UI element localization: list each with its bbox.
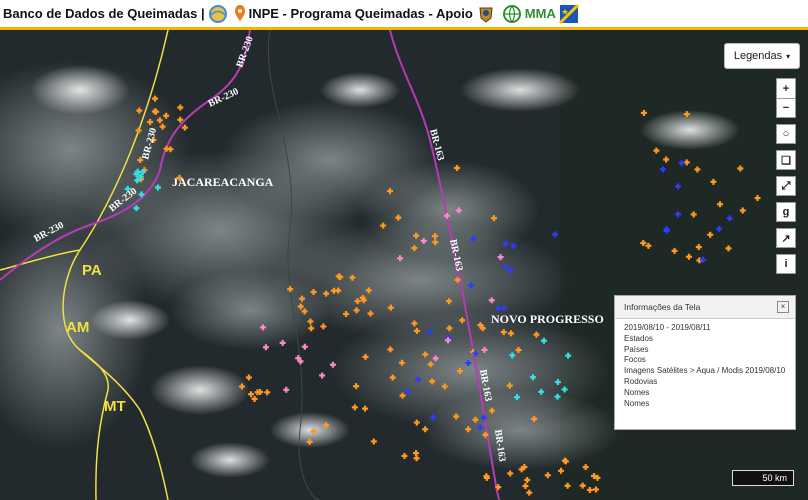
inpe-program-title: INPE - Programa Queimadas - Apoio xyxy=(248,6,473,21)
info-panel-title: Informações da Tela xyxy=(624,302,701,312)
location-pin-icon[interactable] xyxy=(234,4,246,24)
place-label-jacareacanga: JACAREACANGA xyxy=(172,175,274,189)
legend-button-label: Legendas xyxy=(733,50,783,62)
chart-icon: ↗ xyxy=(781,232,791,245)
info-line-fires: Focos xyxy=(624,355,646,365)
legend-button[interactable]: Legendas ▾ xyxy=(724,43,800,69)
screen-info-panel: Informações da Tela × 2019/08/10 - 2019/… xyxy=(614,295,796,430)
info-line-countries: Países xyxy=(624,344,649,354)
state-label-am: AM xyxy=(66,319,89,336)
app-header: Banco de Dados de Queimadas | INPE - Pro… xyxy=(0,0,808,30)
google-button[interactable]: g xyxy=(776,202,796,222)
crop-button[interactable]: ❏ xyxy=(776,150,796,170)
star-flag-icon xyxy=(558,3,579,24)
google-icon: g xyxy=(782,206,790,218)
fullscreen-icon: ⤢ xyxy=(781,179,791,192)
close-icon[interactable]: × xyxy=(777,301,789,313)
chevron-down-icon: ▾ xyxy=(786,51,791,61)
globe-ministry-icon xyxy=(502,4,522,24)
info-button[interactable]: i xyxy=(776,254,796,274)
coat-of-arms-icon xyxy=(476,4,496,24)
globe-icon[interactable] xyxy=(208,4,228,24)
zoom-in-button[interactable]: + xyxy=(776,78,796,98)
app-title: Banco de Dados de Queimadas | xyxy=(3,6,205,21)
info-line-roads: Rodovias xyxy=(624,376,658,386)
state-label-pa: PA xyxy=(82,262,102,279)
circle-select-button[interactable]: ○ xyxy=(776,124,796,144)
mma-label: MMA xyxy=(524,6,556,21)
zoom-out-button[interactable]: − xyxy=(776,98,796,118)
info-icon: i xyxy=(784,258,788,270)
scale-bar-label: 50 km xyxy=(762,473,787,483)
zoom-out-icon: − xyxy=(782,102,790,114)
info-line-date: 2019/08/10 - 2019/08/11 xyxy=(624,323,711,332)
zoom-in-icon: + xyxy=(782,82,790,95)
info-panel-header: Informações da Tela × xyxy=(615,296,795,319)
info-line-satellite: Imagens Satélites > Aqua / Modis 2019/08… xyxy=(624,366,786,376)
map-toolbar: + − ○ ❏ ⤢ g ↗ i xyxy=(776,78,796,280)
chart-button[interactable]: ↗ xyxy=(776,228,796,248)
info-line-names: Nomes xyxy=(624,387,650,397)
scale-bar: 50 km xyxy=(732,470,794,486)
fullscreen-button[interactable]: ⤢ xyxy=(776,176,796,196)
info-line-names: Nomes xyxy=(624,398,650,408)
circle-select-icon: ○ xyxy=(782,128,790,140)
place-label-novo-progresso: NOVO PROGRESSO xyxy=(491,312,604,326)
info-line-states: Estados xyxy=(624,333,653,343)
state-label-mt: MT xyxy=(104,398,126,415)
crop-icon: ❏ xyxy=(781,154,791,167)
info-panel-body: 2019/08/10 - 2019/08/11 Estados Países F… xyxy=(615,319,795,413)
